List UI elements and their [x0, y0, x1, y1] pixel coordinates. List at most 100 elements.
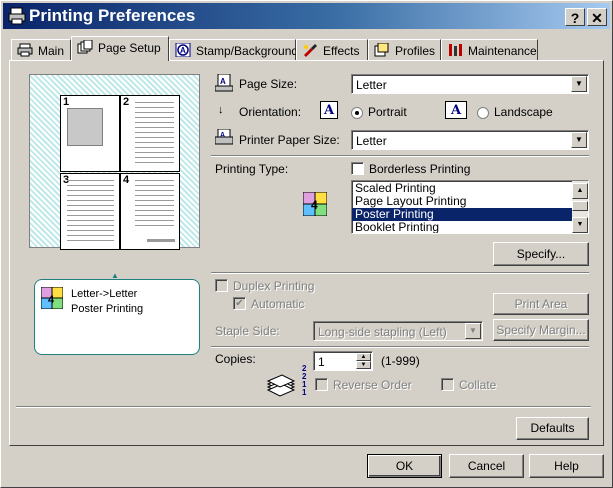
printing-type-list[interactable]: Scaled Printing Page Layout Printing Pos…: [351, 180, 589, 234]
copies-value[interactable]: 1: [318, 355, 325, 369]
landscape-label[interactable]: Landscape: [494, 105, 553, 119]
portrait-radio[interactable]: [351, 107, 363, 119]
scroll-down-icon[interactable]: ▼: [572, 217, 588, 233]
text-lines: [135, 180, 174, 229]
chevron-down-icon[interactable]: ▼: [571, 76, 587, 92]
page-size-value: Letter: [356, 78, 387, 92]
staple-side-value: Long-side stapling (Left): [318, 325, 447, 339]
collate-label: Collate: [459, 378, 497, 392]
spin-up-icon[interactable]: ▲: [356, 353, 371, 361]
tab-maintenance[interactable]: Maintenance: [441, 39, 538, 60]
text-lines: [67, 180, 114, 241]
print-area-setup-button[interactable]: Print Area Setup...: [493, 293, 589, 331]
preview-page-4: 4: [120, 173, 180, 250]
borderless-label[interactable]: Borderless Printing: [369, 162, 470, 176]
svg-text:A: A: [220, 132, 225, 139]
text-line: [147, 239, 175, 242]
page-number: 4: [123, 174, 130, 186]
svg-text:A: A: [180, 46, 186, 55]
title-bar[interactable]: Printing Preferences ? ✕: [3, 3, 610, 29]
specify-margin-label: Specify Margin...: [496, 323, 586, 337]
tab-profiles[interactable]: Profiles: [368, 39, 441, 60]
separator: [211, 272, 589, 274]
stamp-icon: A: [175, 43, 191, 57]
landscape-radio[interactable]: [477, 107, 489, 119]
tab-effects-label: Effects: [323, 44, 360, 58]
portrait-icon: A: [320, 101, 338, 119]
staple-side-select[interactable]: Long-side stapling (Left) ▼: [313, 321, 483, 341]
tab-profiles-label: Profiles: [395, 44, 436, 58]
page-setup-panel: 1 2 3 4 ▲ 4 Letter->L: [9, 60, 604, 446]
printer-paper-size-select[interactable]: Letter ▼: [351, 130, 589, 150]
specify-button-label: Specify...: [516, 247, 566, 261]
effects-icon: [304, 44, 317, 57]
printer-paper-icon: A: [215, 129, 233, 145]
page-number: 2: [123, 96, 130, 108]
duplex-label: Duplex Printing: [233, 279, 315, 293]
defaults-button[interactable]: Defaults: [516, 417, 589, 440]
pages-icon: [77, 40, 93, 54]
layout-preview: 1 2 3 4: [29, 74, 200, 250]
poster-printing-icon: 4: [303, 192, 327, 216]
page-size-select[interactable]: Letter ▼: [351, 74, 589, 94]
specify-margin-button[interactable]: Specify Margin...: [493, 319, 589, 341]
profiles-icon: [374, 43, 389, 57]
copies-stepper[interactable]: 1 ▲ ▼: [313, 351, 373, 371]
help-button[interactable]: Help: [529, 454, 604, 478]
preview-page-2: 2: [120, 95, 180, 172]
automatic-checkbox[interactable]: ✔: [233, 297, 246, 310]
page-number: 1: [63, 96, 70, 108]
copies-range: (1-999): [381, 354, 420, 368]
cancel-button-label: Cancel: [467, 459, 506, 473]
tab-main[interactable]: Main: [11, 39, 71, 60]
printing-type-option[interactable]: Booklet Printing: [352, 221, 588, 234]
tab-page-setup-label: Page Setup: [98, 41, 161, 55]
tab-stamp-background[interactable]: A Stamp/Background: [169, 39, 299, 60]
scroll-up-icon[interactable]: ▲: [572, 183, 588, 199]
chevron-down-icon[interactable]: ▼: [465, 323, 481, 339]
tools-icon: [449, 44, 462, 56]
tab-stamp-label: Stamp/Background: [196, 44, 299, 58]
printer-paper-size-label: Printer Paper Size:: [239, 133, 340, 147]
down-arrow-icon: ↓: [218, 104, 224, 116]
svg-text:4: 4: [311, 198, 318, 212]
printing-type-label: Printing Type:: [215, 162, 289, 176]
duplex-checkbox[interactable]: [215, 279, 228, 292]
scroll-thumb[interactable]: [572, 201, 588, 211]
staple-side-label: Staple Side:: [215, 324, 280, 338]
printer-icon: [8, 7, 26, 25]
portrait-label[interactable]: Portrait: [368, 105, 407, 119]
tab-main-label: Main: [38, 44, 65, 58]
page-size-icon: A: [215, 74, 233, 92]
cancel-button[interactable]: Cancel: [449, 454, 524, 478]
orientation-label: Orientation:: [239, 105, 302, 119]
printing-preferences-window: Printing Preferences ? ✕ Main Page Setup…: [0, 0, 613, 488]
list-scrollbar[interactable]: ▲ ▼: [572, 181, 588, 233]
svg-text:A: A: [220, 77, 226, 86]
help-title-button[interactable]: ?: [565, 8, 585, 26]
reverse-order-label: Reverse Order: [333, 378, 412, 392]
window-title: Printing Preferences: [29, 6, 196, 25]
help-button-label: Help: [554, 459, 579, 473]
collate-checkbox[interactable]: [441, 378, 454, 391]
preview-page-1: 1: [60, 95, 120, 172]
tab-effects[interactable]: Effects: [296, 39, 368, 60]
tab-page-setup[interactable]: Page Setup: [71, 36, 169, 61]
page-size-label: Page Size:: [239, 77, 298, 91]
print-info-box: 4 Letter->Letter Poster Printing: [34, 279, 200, 355]
borderless-checkbox[interactable]: [351, 162, 364, 175]
spin-down-icon[interactable]: ▼: [356, 361, 371, 369]
tab-maintenance-label: Maintenance: [468, 44, 537, 58]
image-placeholder: [67, 108, 103, 146]
chevron-down-icon[interactable]: ▼: [571, 132, 587, 148]
specify-button[interactable]: Specify...: [493, 242, 589, 266]
printer-icon: [17, 43, 33, 57]
paper-conversion-text: Letter->Letter: [71, 288, 138, 300]
svg-text:4: 4: [48, 294, 55, 306]
close-button[interactable]: ✕: [587, 8, 607, 26]
separator: [211, 155, 589, 157]
defaults-button-label: Defaults: [530, 421, 575, 435]
text-lines: [135, 102, 174, 163]
reverse-order-checkbox[interactable]: [315, 378, 328, 391]
ok-button[interactable]: OK: [367, 454, 442, 478]
